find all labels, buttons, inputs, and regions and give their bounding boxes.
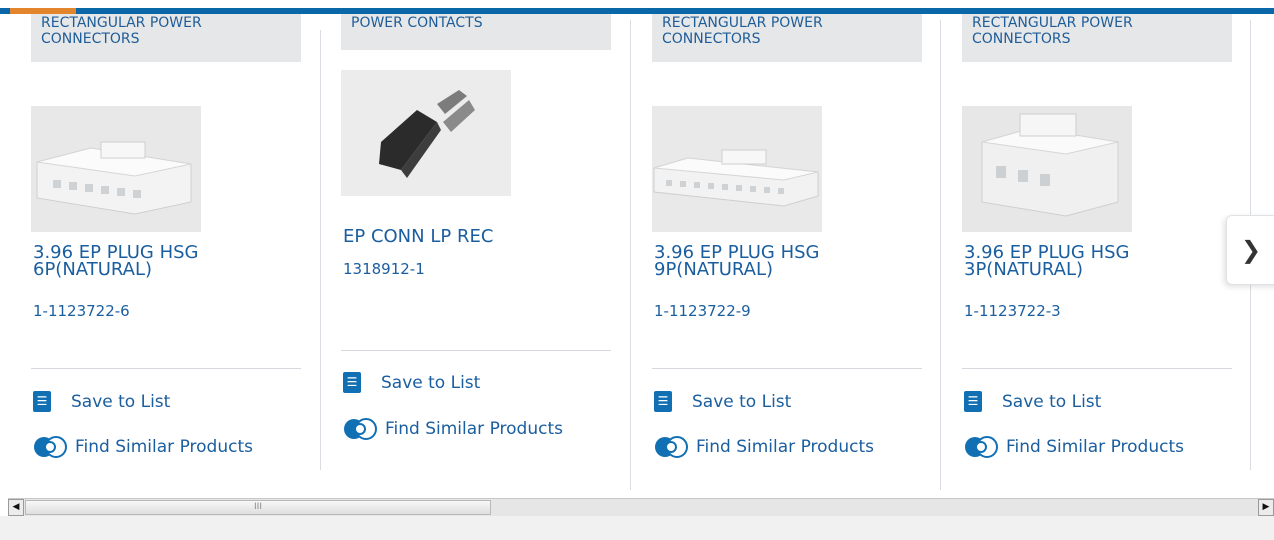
scroll-right-arrow[interactable]: ▶ bbox=[1258, 499, 1274, 516]
checklist-icon: ☰ bbox=[654, 391, 672, 412]
save-to-list-label: Save to List bbox=[692, 391, 792, 412]
checklist-icon: ☰ bbox=[343, 372, 361, 393]
product-carousel: RECTANGULAR POWER CONNECTORS 3.96 EP PLU… bbox=[0, 14, 1274, 494]
find-similar-icon bbox=[655, 436, 688, 458]
find-similar-label: Find Similar Products bbox=[1006, 437, 1184, 457]
product-card: RECTANGULAR POWER CONNECTORS 3.96 EP PLU… bbox=[652, 14, 962, 484]
part-number[interactable]: 1-1123722-9 bbox=[654, 302, 751, 320]
product-title[interactable]: 3.96 EP PLUG HSG 9P(NATURAL) bbox=[654, 244, 914, 279]
checklist-icon: ☰ bbox=[964, 391, 982, 412]
horizontal-scrollbar[interactable]: ◀ III ▶ bbox=[8, 498, 1274, 516]
product-image[interactable] bbox=[962, 106, 1132, 232]
category-label[interactable]: RECTANGULAR POWER CONNECTORS bbox=[652, 14, 922, 62]
find-similar-label: Find Similar Products bbox=[385, 419, 563, 439]
category-label[interactable]: RECTANGULAR POWER CONNECTORS bbox=[31, 14, 301, 62]
save-to-list-label: Save to List bbox=[71, 391, 171, 412]
card-separator bbox=[652, 368, 922, 369]
checklist-icon: ☰ bbox=[33, 391, 51, 412]
plug-housing-image bbox=[962, 106, 1132, 232]
product-card: POWER CONTACTS EP CONN LP REC 1318912-1 … bbox=[341, 14, 651, 484]
card-separator bbox=[31, 368, 301, 369]
find-similar-icon bbox=[965, 436, 998, 458]
save-to-list-button[interactable]: ☰ Save to List bbox=[654, 391, 791, 412]
find-similar-icon bbox=[344, 418, 377, 440]
save-to-list-label: Save to List bbox=[1002, 391, 1102, 412]
category-label[interactable]: POWER CONTACTS bbox=[341, 14, 611, 50]
card-separator bbox=[341, 350, 611, 351]
product-title[interactable]: 3.96 EP PLUG HSG 3P(NATURAL) bbox=[964, 244, 1224, 279]
part-number[interactable]: 1-1123722-6 bbox=[33, 302, 130, 320]
card-separator bbox=[962, 368, 1232, 369]
part-number[interactable]: 1-1123722-3 bbox=[964, 302, 1061, 320]
product-image[interactable] bbox=[341, 70, 511, 196]
plug-housing-image bbox=[31, 106, 201, 232]
scrollbar-grip-icon: III bbox=[254, 502, 262, 512]
product-image[interactable] bbox=[652, 106, 822, 232]
save-to-list-button[interactable]: ☰ Save to List bbox=[964, 391, 1101, 412]
carousel-next-button[interactable]: ❯ bbox=[1226, 215, 1274, 285]
find-similar-icon bbox=[34, 436, 67, 458]
scroll-left-arrow[interactable]: ◀ bbox=[8, 499, 24, 516]
category-label[interactable]: RECTANGULAR POWER CONNECTORS bbox=[962, 14, 1232, 62]
plug-housing-image bbox=[652, 106, 822, 232]
save-to-list-button[interactable]: ☰ Save to List bbox=[33, 391, 170, 412]
find-similar-label: Find Similar Products bbox=[696, 437, 874, 457]
product-image[interactable] bbox=[31, 106, 201, 232]
product-title[interactable]: 3.96 EP PLUG HSG 6P(NATURAL) bbox=[33, 244, 293, 279]
find-similar-button[interactable]: Find Similar Products bbox=[654, 434, 874, 460]
save-to-list-label: Save to List bbox=[381, 372, 481, 393]
find-similar-button[interactable]: Find Similar Products bbox=[33, 434, 253, 460]
save-to-list-button[interactable]: ☰ Save to List bbox=[343, 372, 480, 393]
product-title[interactable]: EP CONN LP REC bbox=[343, 228, 603, 246]
scrollbar-thumb[interactable]: III bbox=[25, 500, 491, 515]
find-similar-label: Find Similar Products bbox=[75, 437, 253, 457]
product-card: RECTANGULAR POWER CONNECTORS 3.96 EP PLU… bbox=[31, 14, 341, 484]
crimp-contact-image bbox=[341, 70, 511, 196]
part-number[interactable]: 1318912-1 bbox=[343, 260, 425, 278]
footer-band bbox=[0, 516, 1274, 540]
find-similar-button[interactable]: Find Similar Products bbox=[964, 434, 1184, 460]
find-similar-button[interactable]: Find Similar Products bbox=[343, 416, 563, 442]
chevron-right-icon: ❯ bbox=[1241, 236, 1262, 264]
